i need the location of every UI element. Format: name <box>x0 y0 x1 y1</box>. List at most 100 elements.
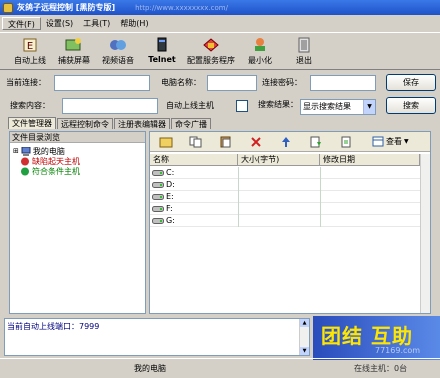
current-connection-input[interactable] <box>54 75 150 91</box>
main-toolbar: E 自动上线 捕获屏幕 视频语音 Telnet 配置服务程序 最小化 退出 <box>0 32 440 70</box>
expand-icon[interactable]: ⊞ <box>13 147 19 155</box>
table-row[interactable]: C: <box>150 166 420 179</box>
file-name: E: <box>166 192 174 201</box>
tab-file-manager[interactable]: 文件管理器 <box>8 117 56 129</box>
table-row[interactable]: F: <box>150 202 420 215</box>
tree-node-my-computer[interactable]: ⊞ 我的电脑 <box>13 146 65 156</box>
delete-icon[interactable] <box>248 135 264 149</box>
host-group-icon <box>21 157 29 165</box>
app-icon <box>3 2 13 13</box>
exit-icon <box>295 36 313 53</box>
menu-tools[interactable]: 工具(T) <box>78 17 115 30</box>
connect-password-input[interactable] <box>310 75 376 91</box>
table-row[interactable]: G: <box>150 214 420 227</box>
config-service-label: 配置服务程序 <box>187 56 235 65</box>
menu-file[interactable]: 文件(F) <box>2 16 41 30</box>
refresh-icon[interactable] <box>338 135 354 149</box>
menu-settings[interactable]: 设置(S) <box>41 17 78 30</box>
tab-remote-commands[interactable]: 远程控制命令 <box>57 118 113 129</box>
directory-tree-panel: 文件目录浏览 ⊞ 我的电脑 缺陷起天主机 符合条件主机 <box>9 131 146 314</box>
drive-icon <box>152 169 164 176</box>
log-scrollbar[interactable]: ▲ ▼ <box>299 319 309 355</box>
tree-node-defect-hosts[interactable]: 缺陷起天主机 <box>20 156 80 166</box>
host-group-icon <box>21 167 29 175</box>
file-grid: C: D: E: F: G: <box>150 166 420 313</box>
connect-row: 当前连接： 电脑名称： 连接密码： 保存 <box>0 73 440 95</box>
minimize-button[interactable]: 最小化 <box>238 33 282 69</box>
file-name: G: <box>166 216 175 225</box>
telnet-button[interactable]: Telnet <box>140 33 184 69</box>
exit-label: 退出 <box>296 56 312 65</box>
column-date[interactable]: 修改日期 <box>320 154 420 166</box>
video-voice-label: 视频语音 <box>102 56 134 65</box>
log-text: 当前自动上线端口：7999 <box>7 322 100 331</box>
auto-online-label: 自动上线 <box>14 56 46 65</box>
svg-text:E: E <box>27 41 33 52</box>
computer-name-input[interactable] <box>207 75 257 91</box>
copy-icon[interactable] <box>188 135 204 149</box>
connect-password-label: 连接密码： <box>262 78 302 87</box>
search-content-label: 搜索内容： <box>10 101 50 110</box>
video-voice-icon <box>109 36 127 53</box>
banner-text: 团结 互助 <box>321 324 413 348</box>
search-content-input[interactable] <box>62 98 158 114</box>
tree-node-matching-hosts[interactable]: 符合条件主机 <box>20 166 80 176</box>
download-icon[interactable] <box>308 135 324 149</box>
paste-icon[interactable] <box>218 135 234 149</box>
auto-online-icon: E <box>21 36 39 53</box>
upload-icon[interactable] <box>278 135 294 149</box>
tab-command-broadcast[interactable]: 命令广播 <box>171 118 211 129</box>
file-name: C: <box>166 168 175 177</box>
menu-bar: 文件(F) 设置(S) 工具(T) 帮助(H) <box>0 16 440 30</box>
save-button[interactable]: 保存 <box>386 74 436 91</box>
minimize-icon <box>251 36 269 53</box>
exit-button[interactable]: 退出 <box>282 33 326 69</box>
column-size[interactable]: 大小(字节) <box>238 154 320 166</box>
title-bar[interactable]: 灰鸽子远程控制 [黑防专版] http://www.xxxxxxxx.com/ <box>0 0 440 15</box>
search-row: 搜索内容： 自动上线主机 搜索结果： 显示搜索结果 ▼ 搜索 <box>0 96 440 118</box>
table-row[interactable]: E: <box>150 190 420 203</box>
menu-help[interactable]: 帮助(H) <box>115 17 153 30</box>
drive-icon <box>152 205 164 212</box>
status-current-location: 我的电脑 <box>134 364 166 373</box>
table-row[interactable]: D: <box>150 178 420 191</box>
minimize-label: 最小化 <box>248 56 272 65</box>
ad-banner[interactable]: 团结 互助 77169.com <box>313 316 440 360</box>
drive-icon <box>152 181 164 188</box>
status-bar: 我的电脑 在线主机：0台 <box>0 358 440 378</box>
tree-header: 文件目录浏览 <box>10 132 145 143</box>
tab-registry-editor[interactable]: 注册表编辑器 <box>114 118 170 129</box>
log-panel: 当前自动上线端口：7999 ▲ ▼ <box>4 318 310 356</box>
auto-online-button[interactable]: E 自动上线 <box>8 33 52 69</box>
search-button[interactable]: 搜索 <box>386 97 436 114</box>
tab-bar: 文件管理器 远程控制命令 注册表编辑器 命令广播 <box>8 117 212 130</box>
search-result-select[interactable]: 显示搜索结果 ▼ <box>300 99 376 115</box>
telnet-label: Telnet <box>148 55 176 64</box>
parent-folder-icon[interactable] <box>158 135 174 149</box>
status-online-hosts: 在线主机：0台 <box>354 364 408 373</box>
video-voice-button[interactable]: 视频语音 <box>96 33 140 69</box>
scroll-down-icon[interactable]: ▼ <box>300 347 309 355</box>
current-connection-label: 当前连接： <box>6 78 46 87</box>
file-manager-panel: 查看 ▼ 名称 大小(字节) 修改日期 C: D: E: F: G: <box>149 131 431 314</box>
file-grid-scrollbar[interactable] <box>420 154 430 313</box>
file-name: F: <box>166 204 173 213</box>
computer-icon <box>21 146 31 156</box>
column-name[interactable]: 名称 <box>150 154 238 166</box>
computer-name-label: 电脑名称： <box>161 78 201 87</box>
file-toolbar: 查看 ▼ <box>150 132 430 152</box>
config-service-button[interactable]: 配置服务程序 <box>184 33 238 69</box>
chevron-down-icon: ▼ <box>404 138 409 145</box>
chevron-down-icon[interactable]: ▼ <box>363 100 375 114</box>
auto-online-host-checkbox[interactable] <box>236 100 248 112</box>
capture-screen-button[interactable]: 捕获屏幕 <box>52 33 96 69</box>
scroll-up-icon[interactable]: ▲ <box>300 319 309 327</box>
view-label: 查看 <box>386 137 402 146</box>
capture-screen-icon <box>65 36 83 53</box>
title-url: http://www.xxxxxxxx.com/ <box>135 3 228 12</box>
file-grid-header: 名称 大小(字节) 修改日期 <box>150 154 420 166</box>
view-menu-button[interactable]: 查看 ▼ <box>372 136 409 147</box>
file-name: D: <box>166 180 175 189</box>
search-result-value: 显示搜索结果 <box>303 102 351 111</box>
auto-online-host-label: 自动上线主机 <box>166 101 214 110</box>
